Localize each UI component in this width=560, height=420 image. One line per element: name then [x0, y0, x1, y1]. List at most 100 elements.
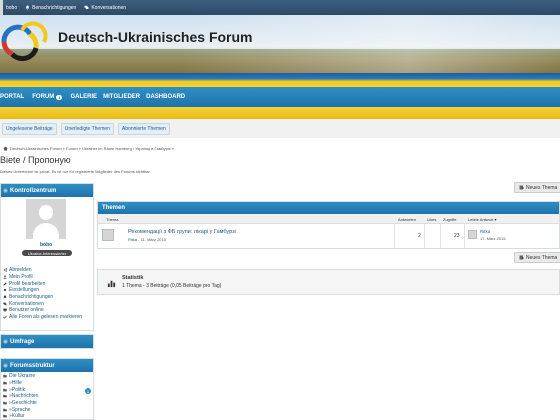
link-conversations[interactable]: Konversationen: [3, 300, 93, 307]
bell-icon: [3, 295, 7, 298]
link-edit-profile[interactable]: Profil bearbeiten: [3, 280, 93, 287]
control-center-header[interactable]: Kontrollzentrum: [1, 184, 93, 197]
notifications-label: Benachrichtigungen: [32, 4, 77, 11]
user-menu[interactable]: bobo: [0, 0, 17, 15]
thread-list-columns: Thema Antworten Likes Zugriffe Letzte An…: [98, 214, 559, 224]
col-likes[interactable]: Likes: [427, 217, 436, 222]
nav-dashboard[interactable]: DASHBOARD: [146, 94, 185, 100]
unread-count-badge: 1: [85, 388, 91, 394]
breadcrumb: Deutsch-Ukrainisches Forum » Forum » Ukr…: [3, 146, 174, 151]
nav-galerie[interactable]: GALERIE: [70, 94, 97, 100]
logout-icon: [3, 268, 7, 273]
col-topic[interactable]: Thema: [106, 217, 118, 222]
notification-badge: 1: [56, 94, 63, 100]
bell-icon: [25, 5, 30, 10]
statistics-text: 1 Thema - 3 Beiträge (0,05 Beiträge pro …: [122, 283, 222, 289]
forum-item[interactable]: »Hilfe: [3, 380, 91, 387]
chevron-down-icon: [3, 339, 8, 344]
chevron-down-icon: [3, 188, 8, 193]
home-icon[interactable]: [3, 146, 8, 151]
poll-header[interactable]: Umfrage: [1, 335, 93, 348]
avatar[interactable]: [468, 230, 477, 239]
link-settings[interactable]: Einstellungen: [3, 287, 93, 294]
nav-label: PORTAL: [0, 94, 25, 100]
forum-item-label: »Sprache: [9, 406, 31, 413]
forum-structure-header[interactable]: Forumsstruktur: [1, 359, 93, 372]
forum-item-label: »Politik: [9, 386, 26, 393]
top-user-bar: bobo Benachrichtigungen Konversationen: [0, 0, 560, 15]
forum-logo[interactable]: [0, 20, 48, 64]
chevron-down-icon: [3, 363, 8, 368]
tab-unsolved-topics[interactable]: Unerledigte Themen: [60, 123, 114, 135]
control-center-links: Abmelden Mein Profil Profil bearbeiten E…: [1, 266, 95, 322]
link-label: Abmelden: [9, 267, 32, 274]
control-center-username[interactable]: bobo: [40, 242, 52, 248]
thread-date: 11. März 2015: [140, 237, 166, 242]
page-description: Dieses Unterforum ist privat. Es ist nur…: [0, 169, 151, 174]
link-mark-all-read[interactable]: Alle Foren als gelesen markieren: [3, 314, 93, 321]
view-count: 23: [454, 233, 460, 239]
forum-item[interactable]: »Kultur: [3, 413, 91, 420]
nav-forum[interactable]: FORUM 1: [30, 94, 64, 100]
last-reply-date: 17. März 2015: [480, 236, 506, 241]
main-content: Deutsch-Ukrainisches Forum » Forum » Ukr…: [0, 138, 560, 420]
tab-subscribed-topics[interactable]: Abonnierte Themen: [117, 123, 170, 135]
panel-title: Umfrage: [10, 338, 35, 345]
link-label: Konversationen: [9, 300, 44, 307]
forum-item[interactable]: »Politik: [3, 386, 91, 393]
new-thread-label: Neues Thema: [526, 254, 558, 261]
conversations-link[interactable]: Konversationen: [84, 5, 126, 11]
new-thread-label: Neues Thema: [526, 184, 558, 191]
forum-item-label: »Hilfe: [9, 380, 22, 387]
link-notifications[interactable]: Benachrichtigungen: [3, 294, 93, 301]
chat-icon: [84, 5, 89, 9]
panel-title: Forumsstruktur: [10, 362, 55, 369]
pencil-icon: [3, 282, 7, 286]
conversations-label: Konversationen: [91, 4, 127, 11]
thread-title-link[interactable]: Рекомендації з ФБ групи: лікарі у Гамбур…: [128, 229, 236, 235]
control-center-panel: Kontrollzentrum bobo Ukraine-Interessier…: [0, 183, 94, 331]
table-row[interactable]: Рекомендації з ФБ групи: лікарі у Гамбур…: [98, 224, 559, 248]
col-views[interactable]: Zugriffe: [443, 217, 457, 222]
col-replies[interactable]: Antworten: [398, 217, 416, 222]
user-avatar[interactable]: [26, 199, 66, 239]
new-thread-icon: [519, 255, 524, 260]
link-label: Einstellungen: [9, 287, 40, 294]
forum-item-label: »Kultur: [9, 413, 25, 420]
forum-item[interactable]: »Sprache: [3, 406, 91, 413]
forum-item[interactable]: »Nachrichten: [3, 393, 91, 400]
nav-label: FORUM: [32, 94, 55, 100]
gear-icon: [3, 289, 7, 292]
tab-unread-posts[interactable]: Ungelesene Beiträge: [2, 123, 57, 135]
thread-list: Themen Thema Antworten Likes Zugriffe Le…: [97, 201, 560, 249]
page-title: Biete / Пропоную: [0, 155, 71, 165]
nav-portal[interactable]: PORTAL: [0, 94, 24, 100]
panel-title: Kontrollzentrum: [10, 187, 57, 194]
forum-structure-panel: Forumsstruktur Die Ukraine »Hilfe »Polit…: [0, 358, 94, 420]
statistics-box: Statistik 1 Thema - 3 Beiträge (0,05 Bei…: [97, 269, 560, 295]
forum-item[interactable]: »Geschichte: [3, 400, 91, 407]
thread-author[interactable]: Ritka: [128, 237, 137, 242]
nav-label: DASHBOARD: [146, 94, 186, 100]
link-users-online[interactable]: Benutzer online: [3, 307, 93, 314]
link-logout[interactable]: Abmelden: [3, 267, 93, 274]
user-icon: [3, 275, 7, 279]
last-reply-user[interactable]: Ritka: [480, 229, 490, 234]
user-rank-badge: Ukraine-Interessierter: [22, 250, 72, 256]
main-navigation: PORTAL FORUM 1 GALERIE MITGLIEDER DASHBOA…: [0, 87, 560, 107]
new-thread-button-top[interactable]: Neues Thema: [514, 182, 560, 193]
new-thread-icon: [519, 185, 524, 190]
link-my-profile[interactable]: Mein Profil: [3, 274, 93, 281]
forum-item-label: »Geschichte: [9, 400, 37, 407]
notifications-link[interactable]: Benachrichtigungen: [25, 5, 76, 11]
forum-item[interactable]: Die Ukraine: [3, 373, 91, 380]
new-thread-button-bottom[interactable]: Neues Thema: [514, 252, 560, 263]
col-last-reply[interactable]: Letzte Antwort ▾: [468, 217, 496, 222]
thread-meta: Ritka - 11. März 2015: [128, 237, 166, 242]
link-label: Benachrichtigungen: [9, 294, 54, 301]
poll-panel: Umfrage: [0, 334, 94, 349]
avatar[interactable]: [102, 229, 114, 241]
breadcrumb-path[interactable]: Deutsch-Ukrainisches Forum » Forum » Ukr…: [10, 146, 174, 151]
thread-list-header: Themen: [98, 202, 559, 214]
nav-mitglieder[interactable]: MITGLIEDER: [103, 94, 140, 100]
